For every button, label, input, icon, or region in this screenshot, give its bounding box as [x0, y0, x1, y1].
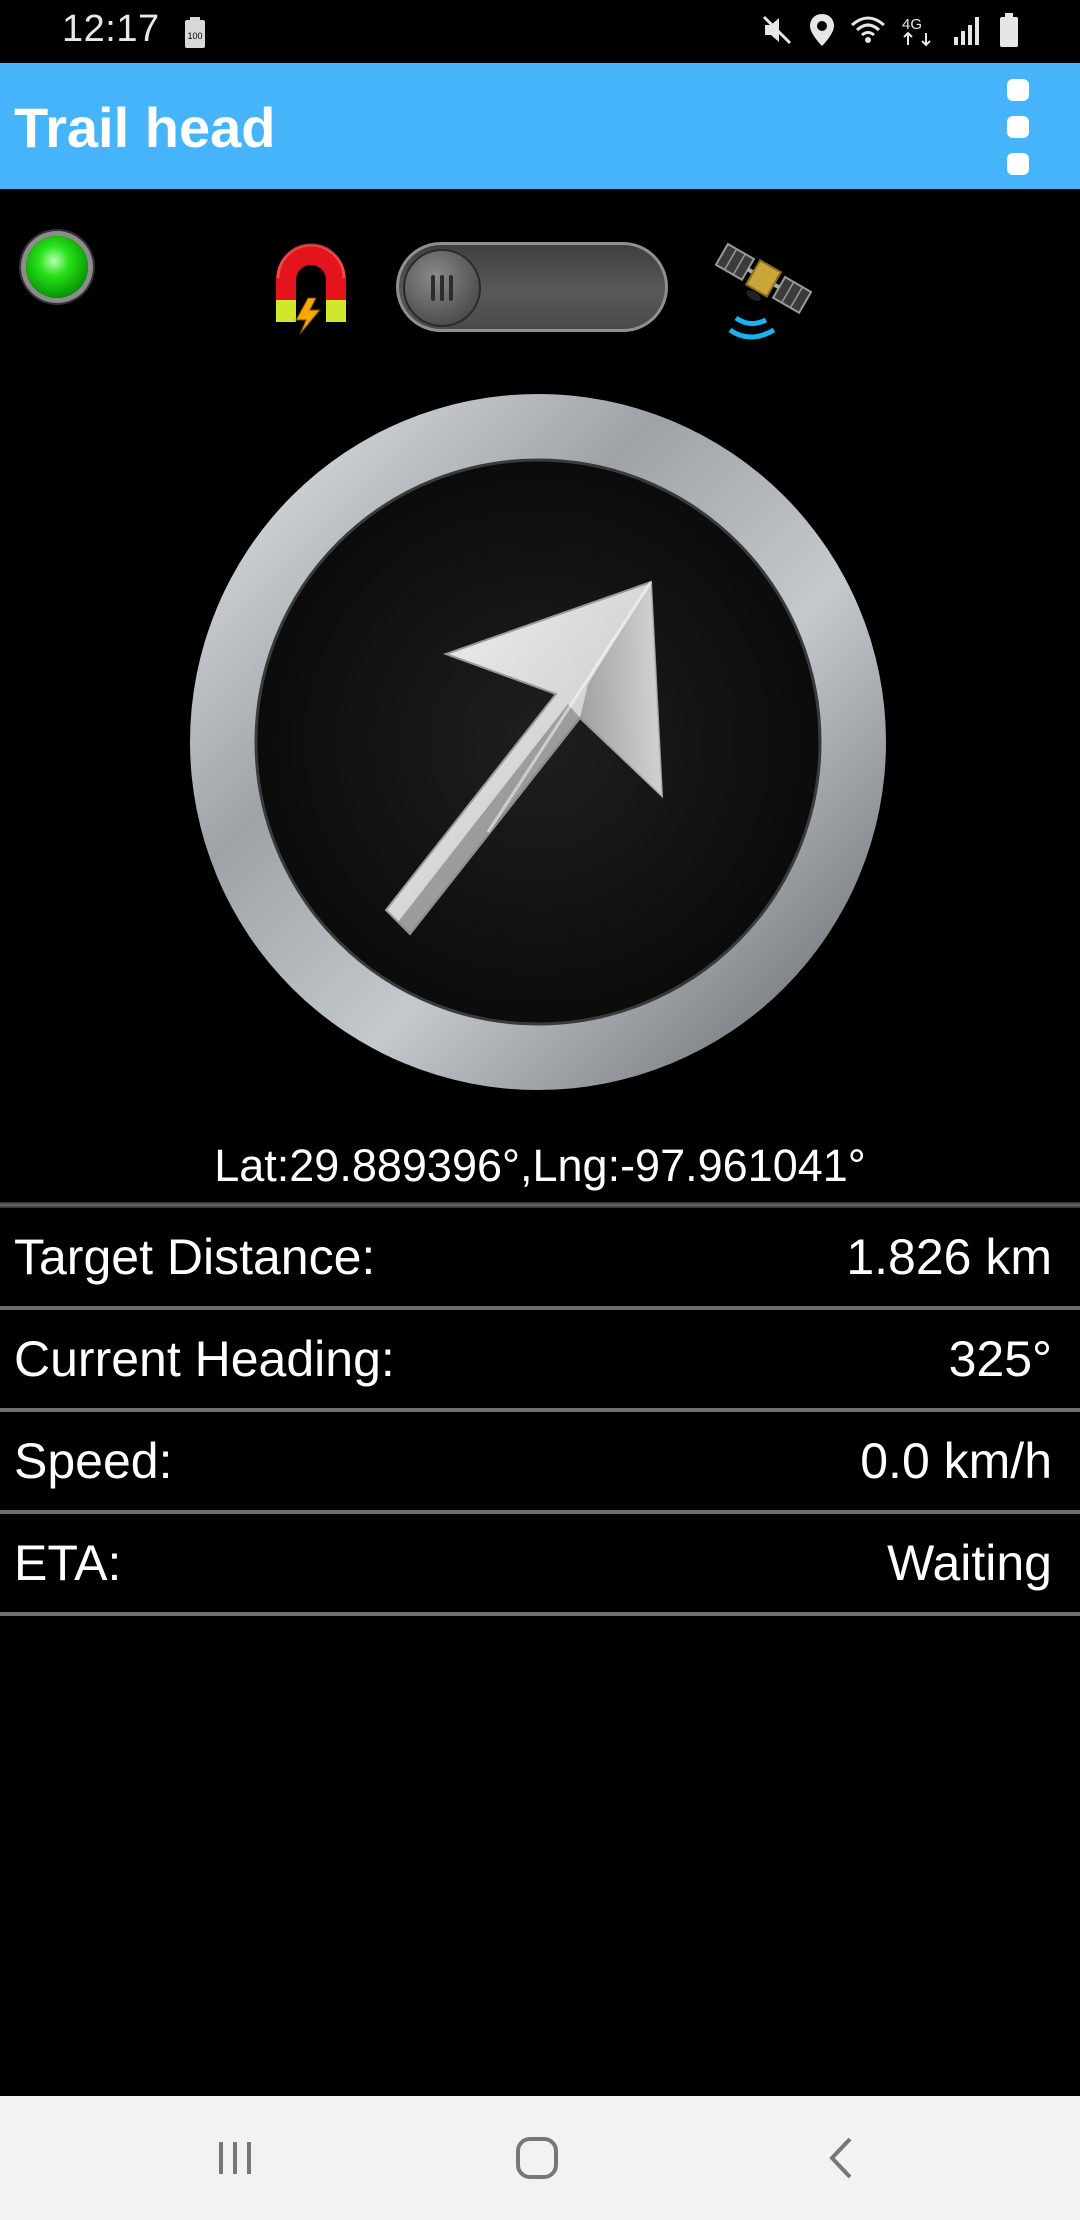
app-bar: Trail head	[0, 63, 1080, 189]
status-time: 12:17	[62, 8, 160, 50]
screen: 12:17 100 4G Trail head Lat:29.889396°,L…	[0, 0, 1080, 2220]
overflow-menu-icon[interactable]	[998, 79, 1038, 175]
info-row-current-heading: Current Heading: 325°	[0, 1310, 1080, 1412]
menu-dot	[1007, 116, 1029, 138]
info-value: 1.826 km	[846, 1229, 1052, 1285]
network-type-icon: 4G	[902, 16, 931, 47]
location-icon	[810, 14, 834, 46]
info-row-target-distance: Target Distance: 1.826 km	[0, 1208, 1080, 1310]
home-icon[interactable]	[502, 2126, 572, 2190]
app-title: Trail head	[14, 96, 276, 159]
info-list: Target Distance: 1.826 km Current Headin…	[0, 1208, 1080, 1616]
navigation-bar	[0, 2096, 1080, 2220]
status-icons: 4G	[760, 12, 1020, 48]
info-label: Current Heading:	[14, 1331, 395, 1387]
satellite-icon[interactable]	[712, 236, 812, 346]
info-label: ETA:	[14, 1535, 122, 1591]
recents-icon[interactable]	[200, 2126, 270, 2190]
info-value: Waiting	[887, 1535, 1052, 1591]
compass-dial	[190, 394, 886, 1090]
info-value: 0.0 km/h	[860, 1433, 1052, 1489]
menu-dot	[1007, 79, 1029, 101]
mute-icon	[762, 15, 792, 45]
magnet-icon[interactable]	[266, 240, 356, 336]
battery-saver-label: 100	[187, 31, 202, 41]
info-row-speed: Speed: 0.0 km/h	[0, 1412, 1080, 1514]
battery-icon	[1000, 13, 1018, 47]
compass-mode-toggle[interactable]	[396, 242, 668, 332]
status-bar: 12:17 100 4G	[0, 0, 1080, 63]
info-value: 325°	[948, 1331, 1052, 1387]
info-row-eta: ETA: Waiting	[0, 1514, 1080, 1616]
toggle-knob[interactable]	[403, 249, 481, 327]
battery-saver-icon: 100	[182, 16, 208, 55]
signal-icon	[954, 17, 979, 45]
info-label: Target Distance:	[14, 1229, 376, 1285]
gps-status-led	[26, 236, 88, 298]
network-label: 4G	[902, 16, 922, 33]
wifi-icon	[851, 16, 885, 43]
back-icon[interactable]	[806, 2126, 876, 2190]
info-label: Speed:	[14, 1433, 173, 1489]
coordinates-text: Lat:29.889396°,Lng:-97.961041°	[214, 1140, 866, 1191]
menu-dot	[1007, 153, 1029, 175]
